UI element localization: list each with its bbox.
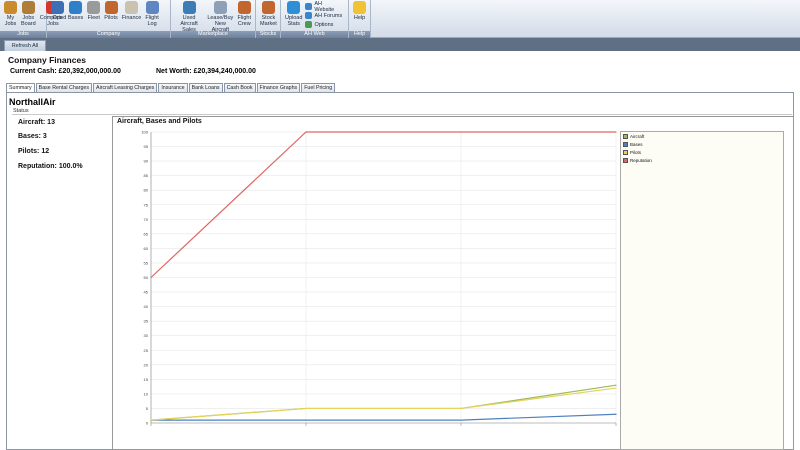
y-tick-label: 95 <box>144 144 149 149</box>
y-tick-label: 45 <box>144 290 149 295</box>
legend-item-pilots: Pilots <box>621 148 783 156</box>
legend-label: Bases <box>630 141 643 147</box>
y-tick-label: 20 <box>144 362 149 367</box>
legend-label: Pilots <box>630 149 642 155</box>
legend-item-aircraft: Aircraft <box>621 132 783 140</box>
y-tick-label: 50 <box>144 275 149 280</box>
data-point-reputation <box>615 131 617 133</box>
y-tick-label: 70 <box>144 217 149 222</box>
y-tick-label: 25 <box>144 348 149 353</box>
y-tick-label: 35 <box>144 319 149 324</box>
data-point-pilots <box>615 387 617 389</box>
legend-label: Reputation <box>630 157 652 163</box>
y-tick-label: 30 <box>144 333 149 338</box>
y-tick-label: 15 <box>144 377 149 382</box>
y-tick-label: 100 <box>141 130 148 135</box>
data-point-aircraft <box>615 384 617 386</box>
data-point-bases <box>305 419 307 421</box>
y-tick-label: 5 <box>146 406 149 411</box>
y-tick-label: 60 <box>144 246 149 251</box>
legend-label: Aircraft <box>630 133 645 139</box>
series-line-pilots <box>150 387 617 421</box>
y-tick-label: 40 <box>144 304 149 309</box>
data-point-pilots <box>150 419 152 421</box>
data-point-pilots <box>305 407 307 410</box>
legend-swatch <box>623 141 628 147</box>
legend-swatch <box>623 157 628 163</box>
data-point-reputation <box>460 131 462 133</box>
data-point-reputation <box>305 131 307 133</box>
legend-swatch <box>623 149 628 155</box>
y-tick-label: 65 <box>144 231 149 236</box>
y-tick-label: 0 <box>146 421 149 426</box>
data-point-bases <box>460 419 462 421</box>
legend-item-reputation: Reputation <box>621 156 783 164</box>
y-tick-label: 55 <box>144 260 149 265</box>
chart-legend: Aircraft Bases Pilots Reputation <box>620 131 784 450</box>
y-tick-label: 80 <box>144 188 149 193</box>
data-point-reputation <box>150 276 152 279</box>
data-point-pilots <box>460 407 462 410</box>
y-tick-label: 75 <box>144 202 149 207</box>
y-tick-label: 10 <box>144 391 149 396</box>
legend-item-bases: Bases <box>621 140 783 148</box>
legend-swatch <box>623 133 628 139</box>
y-tick-label: 90 <box>144 159 149 164</box>
y-tick-label: 85 <box>144 173 149 178</box>
data-point-bases <box>615 413 617 415</box>
